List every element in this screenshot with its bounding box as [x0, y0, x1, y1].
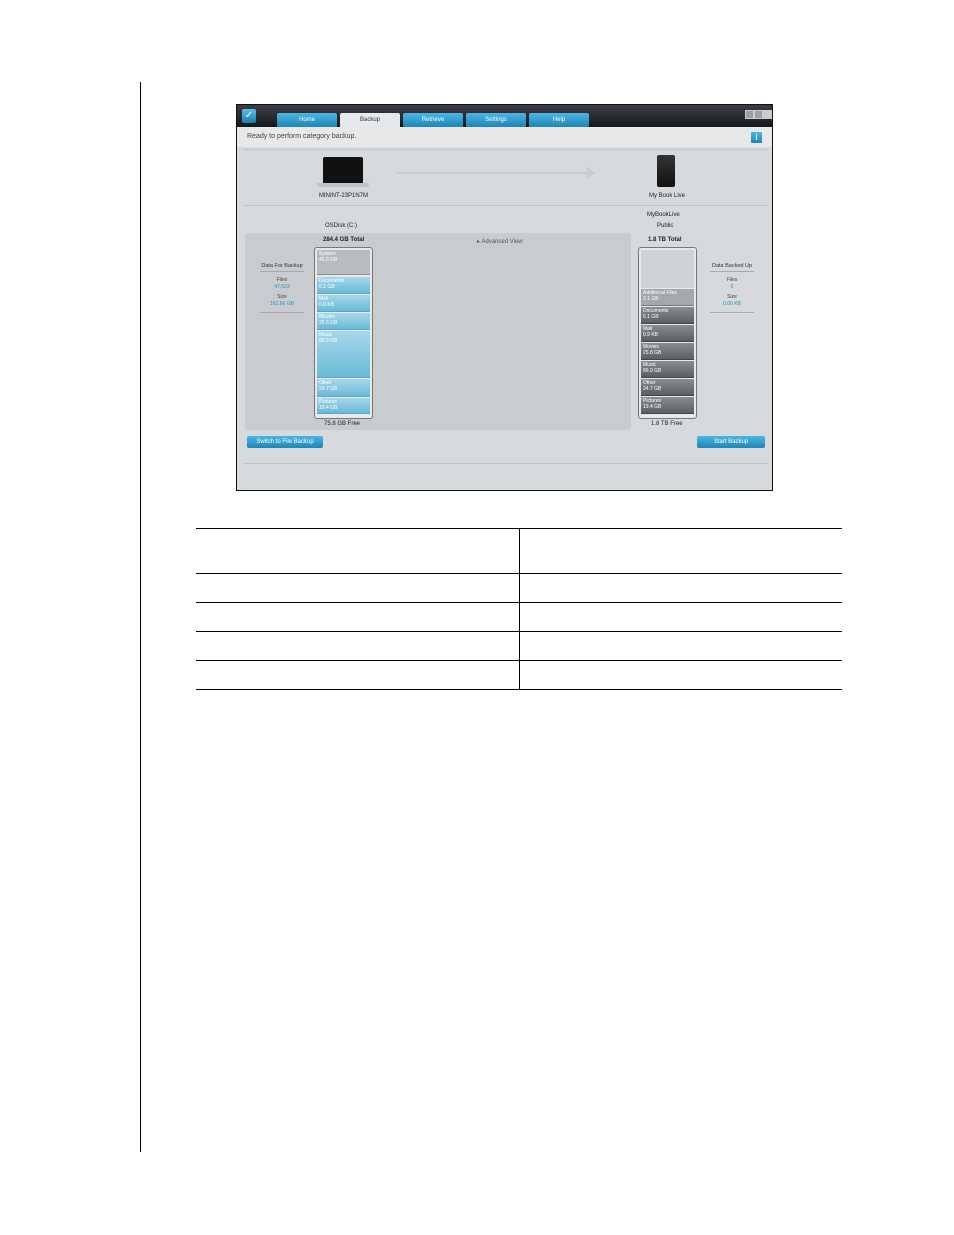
- switch-to-file-backup-button[interactable]: Switch to File Backup: [247, 436, 323, 448]
- computer-icon: [323, 157, 363, 183]
- target-total: 1.8 TB Total: [648, 237, 682, 243]
- divider: [243, 149, 768, 150]
- maximize-icon[interactable]: [754, 110, 763, 119]
- segment-system[interactable]: System 45.6 GB: [317, 250, 370, 275]
- segment-documents[interactable]: Documents 6.1 GB: [641, 307, 694, 324]
- target-files-value: 0: [730, 284, 734, 290]
- advanced-view-toggle[interactable]: ▸ Advanced View: [477, 238, 523, 245]
- segment-pictures[interactable]: Pictures 19.4 GB: [317, 398, 370, 414]
- table-cell: [518, 602, 842, 632]
- divider: [710, 271, 754, 272]
- table-cell: [518, 528, 842, 574]
- segment-mail[interactable]: Mail 0.9 KB: [317, 295, 370, 312]
- start-backup-button[interactable]: Start Backup: [697, 436, 765, 448]
- tab-home[interactable]: Home: [277, 113, 337, 127]
- segment-documents[interactable]: Documents 6.1 GB: [317, 277, 370, 294]
- table-row: [196, 660, 842, 690]
- segment-movies[interactable]: Movies 25.8 GB: [641, 343, 694, 360]
- target-share-name: Public: [657, 223, 674, 229]
- divider: [243, 205, 768, 206]
- source-capacity-bar: System 45.6 GB Documents 6.1 GB Mail 0.9 KB…: [314, 247, 373, 419]
- status-message: Ready to perform category backup.: [247, 133, 357, 140]
- table-cell: [196, 602, 519, 632]
- target-size-label: Size: [727, 294, 737, 300]
- target-free: 1.8 TB Free: [651, 421, 683, 427]
- close-icon[interactable]: [763, 110, 772, 119]
- target-device-label: MyBookLive: [647, 212, 680, 218]
- table-cell: [518, 573, 842, 603]
- segment-music[interactable]: Music 86.9 GB: [317, 331, 370, 378]
- table-row: [196, 631, 842, 661]
- target-files-label: Files: [726, 277, 738, 283]
- divider: [243, 463, 768, 464]
- segment-other[interactable]: Other 24.7 GB: [641, 379, 694, 396]
- source-size-label: Size: [277, 294, 287, 300]
- title-bar: ✓ Home Backup Retrieve Settings Help: [237, 105, 772, 128]
- segment-music[interactable]: Music 86.9 GB: [641, 361, 694, 378]
- table-cell: [518, 631, 842, 661]
- segment-additional-files[interactable]: Additional Files 2.1 GB: [641, 289, 694, 306]
- drive-icon: [657, 155, 675, 187]
- computer-base: [317, 183, 369, 187]
- tab-retrieve[interactable]: Retrieve: [403, 113, 463, 127]
- source-disk-name: OSDisk (C:): [325, 223, 357, 229]
- target-size-value: 0.00 KB: [723, 301, 741, 307]
- advanced-view-label: Advanced View: [481, 239, 523, 245]
- source-total: 284.4 GB Total: [323, 237, 365, 243]
- table-row: [196, 528, 842, 574]
- table-cell: [518, 660, 842, 690]
- document-table: [196, 528, 842, 690]
- table-cell: [196, 631, 519, 661]
- backup-arrow: [397, 172, 593, 174]
- segment-pictures[interactable]: Pictures 19.4 GB: [641, 397, 694, 414]
- divider: [260, 271, 304, 272]
- minimize-icon[interactable]: [745, 110, 754, 119]
- app-logo-icon: ✓: [242, 109, 256, 123]
- data-backed-up-title: Data Backed Up: [711, 263, 753, 269]
- tab-help[interactable]: Help: [529, 113, 589, 127]
- segment-other[interactable]: Other 24.7 GB: [317, 379, 370, 397]
- divider: [710, 312, 754, 313]
- app-window: ✓ Home Backup Retrieve Settings Help Rea…: [236, 104, 773, 491]
- margin-rule: [140, 82, 141, 1152]
- table-cell: [196, 528, 519, 574]
- tab-backup[interactable]: Backup: [340, 113, 400, 128]
- arrow-right-icon: [587, 167, 595, 179]
- table-cell: [196, 573, 519, 603]
- target-device-name: My Book Live: [649, 193, 686, 199]
- table-cell: [196, 660, 519, 690]
- source-computer-name: MININT-23P1N7M: [319, 193, 369, 199]
- data-for-backup-title: Data For Backup: [261, 263, 303, 269]
- table-row: [196, 602, 842, 632]
- target-capacity-bar: Additional Files 2.1 GB Documents 6.1 GB M…: [638, 247, 697, 419]
- table-row: [196, 573, 842, 603]
- tab-settings[interactable]: Settings: [466, 113, 526, 127]
- source-files-label: Files: [276, 277, 288, 283]
- divider: [260, 312, 304, 313]
- segment-mail[interactable]: Mail 0.9 KB: [641, 325, 694, 342]
- info-icon[interactable]: i: [751, 132, 762, 143]
- source-size-value: 161.66 GB: [270, 301, 294, 307]
- source-free: 75.8 GB Free: [324, 421, 361, 427]
- segment-movies[interactable]: Movies 25.8 GB: [317, 313, 370, 330]
- segment-free-space: [641, 250, 694, 288]
- source-files-value: 47,923: [274, 284, 290, 290]
